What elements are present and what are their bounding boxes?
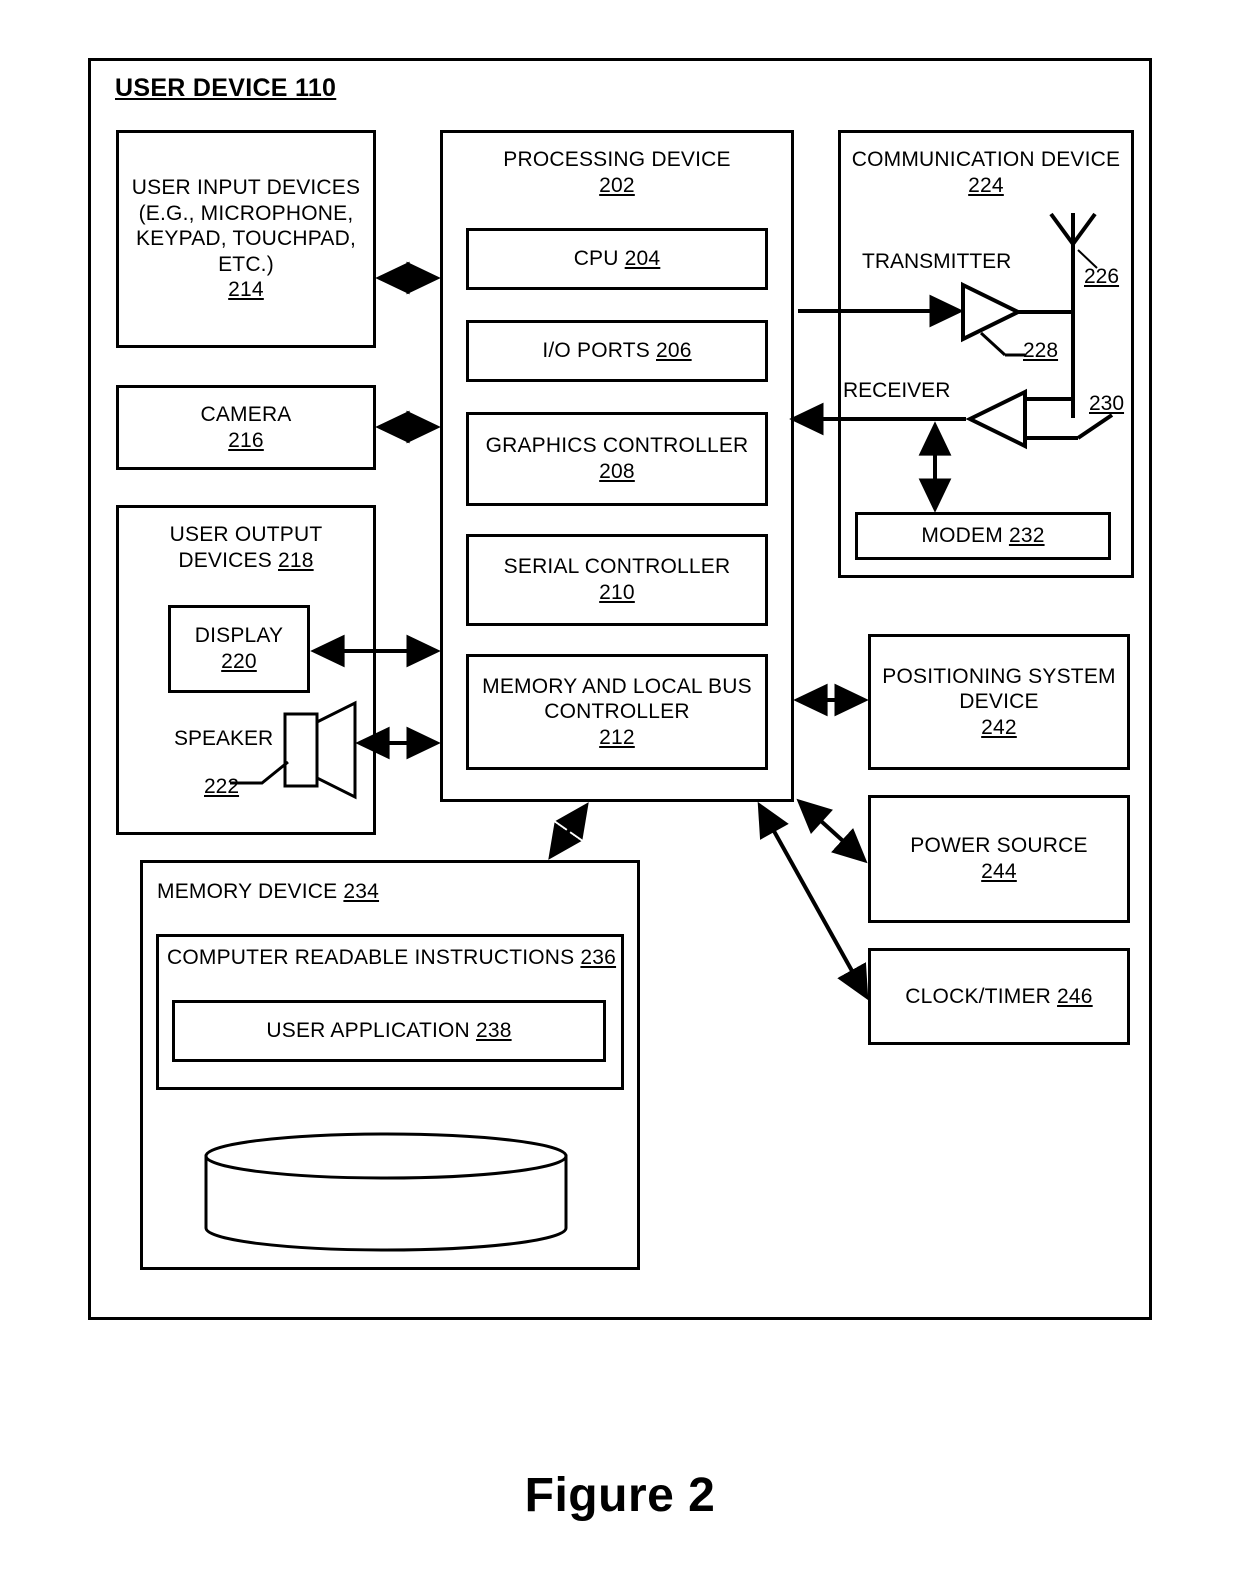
io-ports-label: I/O PORTS 206	[542, 339, 692, 363]
modem-ref: 232	[1008, 524, 1045, 548]
user-application-ref: 238	[475, 1019, 512, 1043]
user-input-devices-line2: (E.G., MICROPHONE,	[138, 201, 354, 225]
positioning-system-line2: DEVICE	[959, 690, 1039, 714]
receiver-label: RECEIVER	[843, 379, 951, 402]
display-ref: 220	[221, 650, 257, 673]
memory-bus-controller-line1: MEMORY AND LOCAL BUS	[482, 674, 752, 698]
serial-controller-label: SERIAL CONTROLLER	[503, 555, 731, 579]
display-box: DISPLAY 220	[168, 605, 310, 693]
cpu-ref: 204	[624, 247, 661, 271]
io-ports-box: I/O PORTS 206	[466, 320, 768, 382]
user-input-devices-line4: ETC.)	[218, 252, 274, 276]
transmitter-label: TRANSMITTER	[862, 250, 1012, 273]
power-source-ref: 244	[981, 860, 1017, 883]
clock-timer-box: CLOCK/TIMER 246	[868, 948, 1130, 1045]
camera-label: CAMERA	[200, 402, 292, 426]
display-label: DISPLAY	[194, 624, 284, 648]
memory-bus-controller-ref: 212	[599, 725, 635, 749]
camera-box: CAMERA 216	[116, 385, 376, 470]
user-application-box: USER APPLICATION 238	[172, 1000, 606, 1062]
io-ports-ref: 206	[656, 339, 692, 363]
graphics-controller-label: GRAPHICS CONTROLLER	[485, 434, 749, 458]
user-output-devices-ref: 218	[278, 548, 314, 572]
computer-readable-instructions-ref: 236	[580, 946, 617, 969]
communication-device-ref: 224	[968, 173, 1004, 197]
speaker-label: SPEAKER	[174, 727, 274, 750]
speaker-ref: 222	[204, 775, 240, 798]
positioning-system-device-box: POSITIONING SYSTEM DEVICE 242	[868, 634, 1130, 770]
serial-controller-box: SERIAL CONTROLLER 210	[466, 534, 768, 626]
user-input-devices-ref: 214	[228, 278, 264, 302]
user-output-devices-line2: DEVICES 218	[178, 548, 314, 572]
data-storage-ref: 240	[440, 1168, 476, 1191]
communication-device-box: COMMUNICATION DEVICE 224	[838, 130, 1134, 578]
user-input-devices-box: USER INPUT DEVICES (E.G., MICROPHONE, KE…	[116, 130, 376, 348]
transmitter-amp-ref: 228	[1023, 339, 1059, 362]
computer-readable-instructions-label: COMPUTER READABLE INSTRUCTIONS 236	[167, 946, 617, 969]
memory-bus-controller-line2: CONTROLLER	[544, 700, 690, 724]
memory-device-ref: 234	[343, 880, 380, 903]
serial-controller-ref: 210	[599, 581, 635, 604]
power-source-box: POWER SOURCE 244	[868, 795, 1130, 923]
figure-caption: Figure 2	[524, 1469, 716, 1522]
receiver-amp-ref: 230	[1089, 392, 1125, 415]
data-storage-label: DATA STORAGE 240	[275, 1168, 476, 1191]
antenna-ref: 226	[1084, 265, 1120, 288]
memory-bus-controller-box: MEMORY AND LOCAL BUS CONTROLLER 212	[466, 654, 768, 770]
processing-device-ref: 202	[599, 173, 635, 197]
clock-timer-ref: 246	[1057, 984, 1093, 1008]
camera-ref: 216	[228, 428, 264, 452]
communication-device-label: COMMUNICATION DEVICE	[851, 148, 1121, 171]
user-output-devices-line1: USER OUTPUT	[169, 523, 323, 546]
modem-box: MODEM 232	[855, 512, 1111, 560]
cpu-label: CPU 204	[573, 247, 661, 271]
graphics-controller-ref: 208	[599, 460, 635, 483]
cpu-box: CPU 204	[466, 228, 768, 290]
graphics-controller-box: GRAPHICS CONTROLLER 208	[466, 412, 768, 506]
modem-label: MODEM 232	[921, 524, 1045, 548]
memory-device-label: MEMORY DEVICE 234	[157, 880, 380, 903]
processing-device-label: PROCESSING DEVICE	[503, 148, 731, 171]
user-application-label: USER APPLICATION 238	[266, 1019, 512, 1043]
positioning-system-ref: 242	[981, 715, 1017, 739]
clock-timer-label: CLOCK/TIMER 246	[905, 984, 1093, 1008]
positioning-system-line1: POSITIONING SYSTEM	[882, 664, 1116, 688]
user-input-devices-line1: USER INPUT DEVICES	[131, 175, 361, 199]
power-source-label: POWER SOURCE	[910, 834, 1088, 858]
user-input-devices-line3: KEYPAD, TOUCHPAD,	[135, 227, 357, 251]
page-title: USER DEVICE 110	[115, 74, 337, 102]
